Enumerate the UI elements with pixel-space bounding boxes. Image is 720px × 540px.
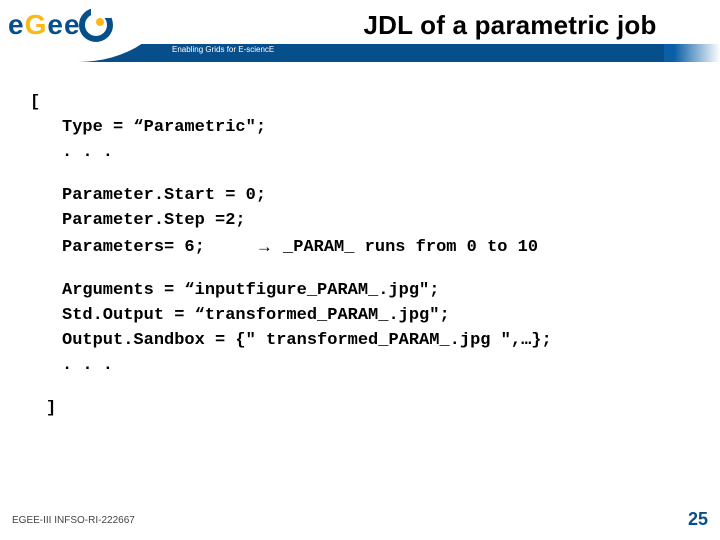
code-ellipsis: . . . xyxy=(62,140,700,165)
code-close-bracket: ] xyxy=(30,396,700,421)
code-open-bracket: [ xyxy=(30,90,700,115)
code-line-type: Type = “Parametric"; xyxy=(62,115,700,140)
logo-arc-icon xyxy=(79,8,113,42)
logo-letter: e xyxy=(8,9,25,41)
code-line-param-start: Parameter.Start = 0; xyxy=(62,183,700,208)
code-line-param-step: Parameter.Step =2; xyxy=(62,208,700,233)
page-title: JDL of a parametric job xyxy=(310,10,710,41)
logo-letter: e xyxy=(47,9,64,41)
header-band-decoration xyxy=(664,44,720,62)
logo-dot-icon xyxy=(96,18,104,26)
code-ellipsis: . . . xyxy=(62,353,700,378)
footer-reference: EGEE-III INFSO-RI-222667 xyxy=(12,515,135,526)
code-line-arguments: Arguments = “inputfigure_PARAM_.jpg"; xyxy=(62,278,700,303)
slide-header: Enabling Grids for E-sciencE JDL of a pa… xyxy=(0,0,720,62)
code-line-param-count: Parameters= 6; → _PARAM_ runs from 0 to … xyxy=(62,233,700,260)
header-tagline: Enabling Grids for E-sciencE xyxy=(172,45,274,54)
code-text: _PARAM_ runs from 0 to 10 xyxy=(283,238,538,257)
code-content: [ Type = “Parametric"; . . . Parameter.S… xyxy=(30,90,700,421)
code-line-outputsandbox: Output.Sandbox = {" transformed_PARAM_.j… xyxy=(62,328,700,353)
logo-letter: G xyxy=(25,9,48,41)
slide-number: 25 xyxy=(688,509,708,530)
code-text: Parameters= 6; xyxy=(62,238,205,257)
code-line-stdoutput: Std.Output = “transformed_PARAM_.jpg"; xyxy=(62,303,700,328)
arrow-icon: → xyxy=(256,234,273,259)
